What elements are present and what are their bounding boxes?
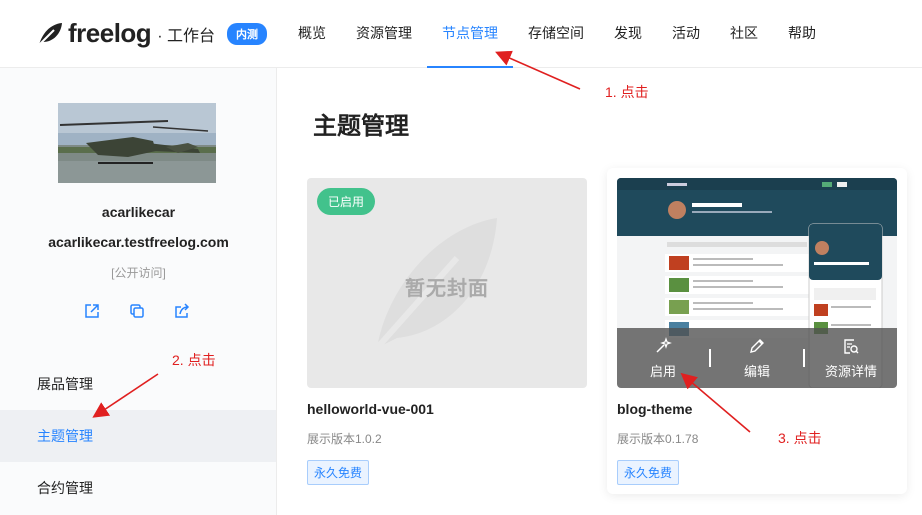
- annotation-step-2: 2. 点击: [172, 352, 216, 368]
- nav-discover[interactable]: 发现: [599, 0, 657, 68]
- theme-card[interactable]: 暂无封面 已启用 helloworld-vue-001 展示版本1.0.2 永久…: [297, 168, 597, 494]
- workbench-label: · 工作台: [157, 27, 215, 45]
- menu-exhibit-management[interactable]: 展品管理: [0, 358, 276, 410]
- theme-version: 展示版本0.1.78: [617, 432, 699, 446]
- theme-card[interactable]: 启用 编辑 资源详情 blog-theme 展示版本0.1.78 永久免费: [607, 168, 907, 494]
- nav-resource-management[interactable]: 资源管理: [341, 0, 427, 68]
- no-cover-text: 暂无封面: [405, 278, 489, 300]
- nav-community[interactable]: 社区: [715, 0, 773, 68]
- pencil-icon: [750, 338, 764, 353]
- page-title: 主题管理: [313, 113, 409, 140]
- helicopter-photo: [58, 103, 216, 183]
- nav-overview[interactable]: 概览: [283, 0, 341, 68]
- node-cover-image: [58, 103, 216, 183]
- annotation-step-1: 1. 点击: [605, 84, 649, 100]
- node-domain[interactable]: acarlikecar.testfreelog.com: [0, 234, 277, 250]
- nav-help[interactable]: 帮助: [773, 0, 831, 68]
- open-external-icon[interactable]: [83, 302, 101, 320]
- nav-activities[interactable]: 活动: [657, 0, 715, 68]
- activate-button[interactable]: 启用: [617, 336, 709, 380]
- menu-theme-management[interactable]: 主题管理: [0, 410, 276, 462]
- resource-detail-label: 资源详情: [824, 363, 877, 379]
- resource-detail-button[interactable]: 资源详情: [805, 337, 897, 380]
- logo-text: freelog: [68, 18, 152, 48]
- beta-badge: 内测: [226, 22, 267, 45]
- active-status-tag: 已启用: [317, 188, 376, 215]
- theme-version: 展示版本1.0.2: [307, 432, 382, 446]
- resource-detail-icon: [844, 338, 859, 354]
- menu-contract-management[interactable]: 合约管理: [0, 462, 276, 514]
- nav-node-management[interactable]: 节点管理: [427, 0, 513, 68]
- node-sidebar: acarlikecar acarlikecar.testfreelog.com …: [0, 68, 277, 515]
- freelog-logo[interactable]: freelog · 工作台 内测: [36, 18, 267, 49]
- top-header: freelog · 工作台 内测 概览 资源管理 节点管理 存储空间 发现 活动…: [0, 0, 922, 68]
- node-name: acarlikecar: [101, 204, 176, 220]
- policy-tag: 永久免费: [617, 460, 680, 485]
- copy-icon[interactable]: [128, 302, 146, 320]
- share-icon[interactable]: [173, 302, 191, 320]
- annotation-step-3: 3. 点击: [778, 430, 822, 446]
- policy-tag: 永久免费: [307, 460, 370, 485]
- nav-storage[interactable]: 存储空间: [513, 0, 599, 68]
- theme-name: helloworld-vue-001: [307, 401, 434, 417]
- magic-wand-icon: [656, 336, 672, 353]
- theme-cover-placeholder: 暂无封面 已启用: [307, 178, 587, 388]
- theme-cover-image: 启用 编辑 资源详情: [617, 178, 897, 388]
- node-actions: [83, 302, 191, 320]
- leaf-logo-icon: [38, 22, 62, 46]
- access-status: [公开访问]: [111, 266, 166, 280]
- activate-label: 启用: [649, 363, 676, 379]
- edit-label: 编辑: [743, 363, 770, 379]
- main-nav: 概览 资源管理 节点管理 存储空间 发现 活动 社区 帮助: [283, 0, 831, 68]
- edit-button[interactable]: 编辑: [711, 337, 803, 380]
- theme-name: blog-theme: [617, 401, 693, 417]
- theme-action-overlay: 启用 编辑 资源详情: [617, 328, 897, 388]
